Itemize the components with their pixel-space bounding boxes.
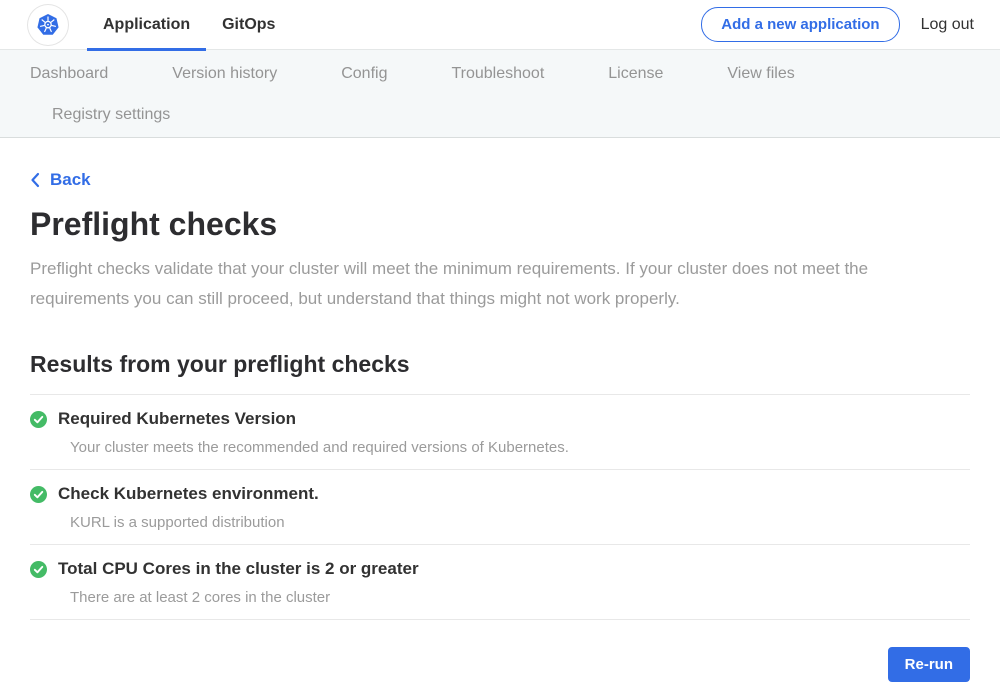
page-title: Preflight checks	[30, 206, 970, 243]
subnav-item-config[interactable]: Config	[341, 65, 387, 83]
results-heading: Results from your preflight checks	[30, 351, 970, 378]
subnav-item-view-files[interactable]: View files	[727, 65, 794, 83]
check-title: Check Kubernetes environment.	[58, 484, 319, 504]
kots-admin-console: Application GitOps Add a new application…	[0, 0, 1000, 666]
active-tab-indicator	[87, 48, 206, 51]
back-link-label: Back	[50, 170, 91, 190]
check-head: Check Kubernetes environment.	[30, 484, 970, 504]
back-link[interactable]: Back	[30, 170, 91, 190]
check-head: Total CPU Cores in the cluster is 2 or g…	[30, 559, 970, 579]
add-new-application-button[interactable]: Add a new application	[701, 7, 899, 42]
preflight-check-row: Total CPU Cores in the cluster is 2 or g…	[30, 544, 970, 619]
subnav-item-troubleshoot[interactable]: Troubleshoot	[451, 65, 544, 83]
page-description: Preflight checks validate that your clus…	[30, 254, 950, 314]
check-description: KURL is a supported distribution	[70, 514, 970, 531]
tab-application-label: Application	[103, 16, 190, 33]
check-pass-icon	[30, 411, 47, 428]
rerun-button[interactable]: Re-run	[888, 647, 970, 682]
check-description: There are at least 2 cores in the cluste…	[70, 589, 970, 606]
top-nav: Application GitOps Add a new application…	[0, 0, 1000, 50]
actions-bar: Re-run	[30, 647, 970, 682]
check-title: Required Kubernetes Version	[58, 409, 296, 429]
check-pass-icon	[30, 561, 47, 578]
check-head: Required Kubernetes Version	[30, 409, 970, 429]
logout-button[interactable]: Log out	[921, 16, 974, 34]
tab-gitops-label: GitOps	[222, 16, 275, 33]
kubernetes-logo-icon	[28, 5, 68, 45]
check-pass-icon	[30, 486, 47, 503]
check-title: Total CPU Cores in the cluster is 2 or g…	[58, 559, 419, 579]
app-subnav: Dashboard Version history Config Trouble…	[0, 50, 1000, 138]
check-description: Your cluster meets the recommended and r…	[70, 439, 970, 456]
preflight-check-row: Check Kubernetes environment. KURL is a …	[30, 469, 970, 544]
top-nav-tabs: Application GitOps	[87, 0, 291, 50]
preflight-content: Back Preflight checks Preflight checks v…	[0, 138, 1000, 682]
subnav-item-version-history[interactable]: Version history	[172, 65, 277, 83]
preflight-results-list: Required Kubernetes Version Your cluster…	[30, 394, 970, 620]
subnav-row-1: Dashboard Version history Config Trouble…	[30, 65, 970, 83]
tab-application[interactable]: Application	[87, 0, 206, 50]
preflight-check-row: Required Kubernetes Version Your cluster…	[30, 394, 970, 469]
subnav-row-2: Registry settings	[30, 106, 970, 124]
subnav-item-registry-settings[interactable]: Registry settings	[52, 106, 170, 124]
tab-gitops[interactable]: GitOps	[206, 0, 291, 50]
subnav-item-license[interactable]: License	[608, 65, 663, 83]
back-chevron-icon	[30, 172, 40, 188]
subnav-item-dashboard[interactable]: Dashboard	[30, 65, 108, 83]
